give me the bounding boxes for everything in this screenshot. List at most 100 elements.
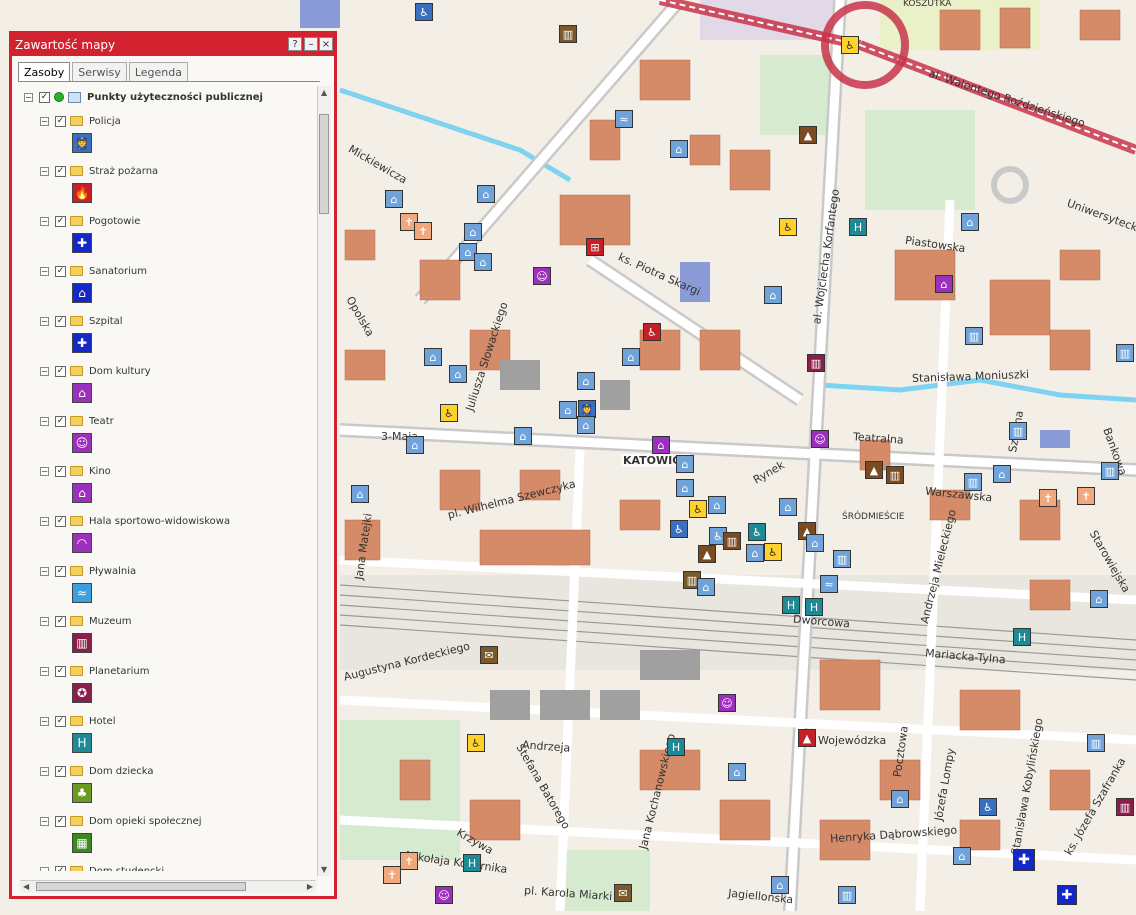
collapse-icon[interactable]: − — [40, 516, 49, 526]
post-office-icon[interactable]: ✉ — [614, 884, 632, 902]
theatre-masks-icon[interactable]: ☺ — [811, 430, 829, 448]
library-icon[interactable]: ▥ — [1009, 422, 1027, 440]
close-button[interactable]: × — [319, 37, 333, 51]
layer-checkbox[interactable]: ✓ — [55, 365, 66, 377]
museum-icon[interactable]: ▥ — [886, 466, 904, 484]
church-icon[interactable]: ✝ — [383, 866, 401, 884]
hotel-icon[interactable]: H — [805, 598, 823, 616]
layer-checkbox[interactable]: ✓ — [55, 465, 66, 477]
bell-icon[interactable]: ⌂ — [514, 427, 532, 445]
vertical-scrollbar[interactable]: ▲ ▼ — [317, 86, 331, 876]
bell-icon[interactable]: ⌂ — [464, 223, 482, 241]
scroll-up-icon[interactable]: ▲ — [321, 88, 327, 97]
layer-checkbox[interactable]: ✓ — [55, 265, 66, 277]
theatre-masks-icon[interactable]: ☺ — [718, 694, 736, 712]
disabled-access-icon[interactable]: ♿ — [764, 543, 782, 561]
layer-checkbox[interactable]: ✓ — [55, 415, 66, 427]
layer-checkbox[interactable]: ✓ — [55, 165, 66, 177]
horizontal-scrollbar[interactable]: ◀ ▶ — [20, 880, 316, 893]
bell-icon[interactable]: ⌂ — [559, 401, 577, 419]
collapse-icon[interactable]: − — [40, 716, 49, 726]
bell-icon[interactable]: ⌂ — [385, 190, 403, 208]
swimming-icon[interactable]: ≈ — [615, 110, 633, 128]
disabled-access-icon[interactable]: ♿ — [467, 734, 485, 752]
bell-icon[interactable]: ⌂ — [577, 372, 595, 390]
museum-icon[interactable]: ▥ — [807, 354, 825, 372]
post-office-icon[interactable]: ▥ — [559, 25, 577, 43]
bell-icon[interactable]: ⌂ — [953, 847, 971, 865]
layer-row[interactable]: − ✓ Planetarium — [40, 662, 149, 680]
hotel-icon[interactable]: H — [667, 738, 685, 756]
collapse-icon[interactable]: − — [40, 366, 49, 376]
shop-icon[interactable]: ⊞ — [586, 238, 604, 256]
bell-icon[interactable]: ⌂ — [961, 213, 979, 231]
layer-checkbox[interactable]: ✓ — [55, 665, 66, 677]
bell-icon[interactable]: ⌂ — [746, 544, 764, 562]
disabled-access-icon[interactable]: ♿ — [779, 218, 797, 236]
culture-house-icon[interactable]: ⌂ — [652, 436, 670, 454]
bell-icon[interactable]: ⌂ — [351, 485, 369, 503]
hotel-icon[interactable]: H — [782, 596, 800, 614]
post-office-icon[interactable]: ✉ — [480, 646, 498, 664]
church-icon[interactable]: ✝ — [414, 222, 432, 240]
bell-icon[interactable]: ⌂ — [577, 416, 595, 434]
layer-row[interactable]: − ✓ Kino — [40, 462, 111, 480]
layer-checkbox[interactable]: ✓ — [55, 815, 66, 827]
hotel-icon[interactable]: H — [849, 218, 867, 236]
layer-checkbox[interactable]: ✓ — [55, 115, 66, 127]
bell-icon[interactable]: ⌂ — [771, 876, 789, 894]
bell-icon[interactable]: ⌂ — [806, 534, 824, 552]
disabled-access-icon[interactable]: ♿ — [440, 404, 458, 422]
fire-station-icon[interactable]: ▲ — [798, 729, 816, 747]
layer-row[interactable]: − ✓ Dom kultury — [40, 362, 151, 380]
disabled-access-icon[interactable]: ♿ — [979, 798, 997, 816]
minimize-button[interactable]: – — [304, 37, 318, 51]
church-icon[interactable]: ✝ — [1077, 487, 1095, 505]
layer-checkbox[interactable]: ✓ — [55, 715, 66, 727]
bell-icon[interactable]: ⌂ — [474, 253, 492, 271]
fire-station-icon[interactable]: ▲ — [865, 461, 883, 479]
bell-icon[interactable]: ⌂ — [622, 348, 640, 366]
library-icon[interactable]: ▥ — [965, 327, 983, 345]
culture-house-icon[interactable]: ⌂ — [935, 275, 953, 293]
collapse-icon[interactable]: − — [40, 466, 49, 476]
disabled-access-icon[interactable]: ♿ — [643, 323, 661, 341]
collapse-icon[interactable]: − — [40, 116, 49, 126]
layer-row[interactable]: − ✓ Straż pożarna — [40, 162, 158, 180]
hospital-cross-icon[interactable]: ✚ — [1013, 849, 1035, 871]
layer-row[interactable]: − ✓ Dom opieki społecznej — [40, 812, 202, 830]
tree-root[interactable]: − ✓ Punkty użyteczności publicznej — [24, 88, 263, 106]
tab-legenda[interactable]: Legenda — [128, 62, 188, 82]
layer-row[interactable]: − ✓ Policja — [40, 112, 121, 130]
layer-checkbox[interactable]: ✓ — [55, 215, 66, 227]
collapse-icon[interactable]: − — [40, 816, 49, 826]
collapse-icon[interactable]: − — [40, 766, 49, 776]
fire-station-icon[interactable]: ▲ — [799, 126, 817, 144]
museum-icon[interactable]: ▥ — [1116, 798, 1134, 816]
bell-icon[interactable]: ⌂ — [779, 498, 797, 516]
library-icon[interactable]: ▥ — [1101, 462, 1119, 480]
layer-row[interactable]: − ✓ Pogotowie — [40, 212, 140, 230]
bell-icon[interactable]: ⌂ — [676, 455, 694, 473]
bell-icon[interactable]: ⌂ — [449, 365, 467, 383]
swimming-icon[interactable]: ≈ — [820, 575, 838, 593]
disabled-access-icon[interactable]: ♿ — [670, 520, 688, 538]
theatre-masks-icon[interactable]: ☺ — [435, 886, 453, 904]
vertical-scroll-thumb[interactable] — [319, 114, 329, 214]
bell-icon[interactable]: ⌂ — [670, 140, 688, 158]
layer-checkbox[interactable]: ✓ — [55, 765, 66, 777]
collapse-icon[interactable]: − — [24, 92, 33, 102]
layer-checkbox[interactable]: ✓ — [55, 315, 66, 327]
scroll-down-icon[interactable]: ▼ — [321, 865, 327, 874]
bell-icon[interactable]: ⌂ — [728, 763, 746, 781]
library-icon[interactable]: ▥ — [1087, 734, 1105, 752]
layer-row[interactable]: − ✓ Teatr — [40, 412, 114, 430]
bell-icon[interactable]: ⌂ — [477, 185, 495, 203]
library-icon[interactable]: ▥ — [833, 550, 851, 568]
bell-icon[interactable]: ⌂ — [424, 348, 442, 366]
collapse-icon[interactable]: − — [40, 416, 49, 426]
hotel-icon[interactable]: H — [463, 854, 481, 872]
bell-icon[interactable]: ⌂ — [697, 578, 715, 596]
hospital-cross-icon[interactable]: ✚ — [1057, 885, 1077, 905]
fire-station-icon[interactable]: ▲ — [698, 545, 716, 563]
